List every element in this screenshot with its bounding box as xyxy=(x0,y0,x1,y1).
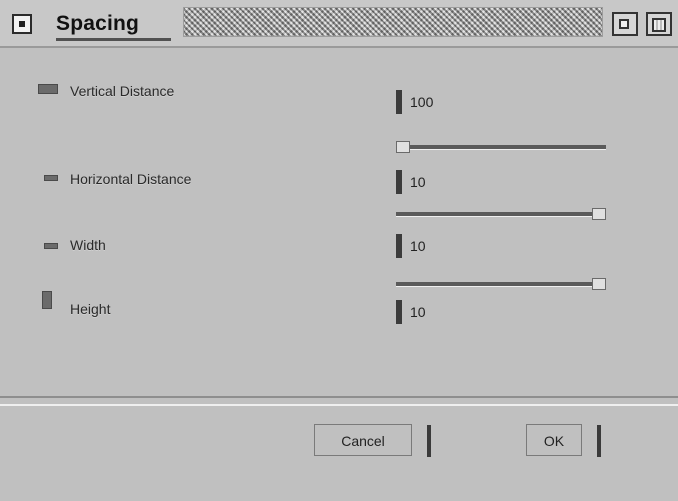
cancel-button[interactable]: Cancel xyxy=(314,424,431,457)
spacing-panel: Vertical Distance 100 Horizontal Distanc… xyxy=(0,62,678,394)
height-icon xyxy=(42,291,52,309)
horizontal-distance-slider[interactable] xyxy=(396,206,626,222)
vertical-distance-value[interactable]: 100 xyxy=(396,88,433,116)
vertical-distance-slider-track xyxy=(396,145,606,150)
maximize-icon[interactable] xyxy=(646,12,672,36)
title-bar: Spacing xyxy=(0,0,678,48)
width-slider-handle[interactable] xyxy=(592,278,606,290)
window-title: Spacing xyxy=(56,12,140,35)
ok-button[interactable]: OK xyxy=(526,424,601,457)
spacing-dialog: Spacing Vertical Distance 100 Horizontal… xyxy=(0,0,678,501)
vertical-distance-icon xyxy=(38,84,58,94)
horizontal-distance-value[interactable]: 10 xyxy=(396,168,430,196)
height-label: Height xyxy=(70,301,111,317)
vertical-distance-slider-handle[interactable] xyxy=(396,141,410,153)
iconify-icon[interactable] xyxy=(612,12,638,36)
horizontal-distance-icon xyxy=(44,175,58,181)
height-value[interactable]: 10 xyxy=(396,298,430,326)
width-slider-track xyxy=(396,282,606,287)
vertical-distance-label: Vertical Distance xyxy=(70,83,175,99)
title-underline xyxy=(56,38,171,41)
horizontal-distance-label: Horizontal Distance xyxy=(70,171,192,187)
width-icon xyxy=(44,243,58,249)
horizontal-distance-slider-handle[interactable] xyxy=(592,208,606,220)
width-slider[interactable] xyxy=(396,276,626,292)
horizontal-distance-slider-track xyxy=(396,212,606,217)
button-separator xyxy=(0,396,678,406)
width-label: Width xyxy=(70,237,106,253)
vertical-distance-slider[interactable] xyxy=(396,139,626,155)
close-icon[interactable] xyxy=(12,14,32,34)
title-hatch xyxy=(183,7,603,37)
width-value[interactable]: 10 xyxy=(396,232,430,260)
